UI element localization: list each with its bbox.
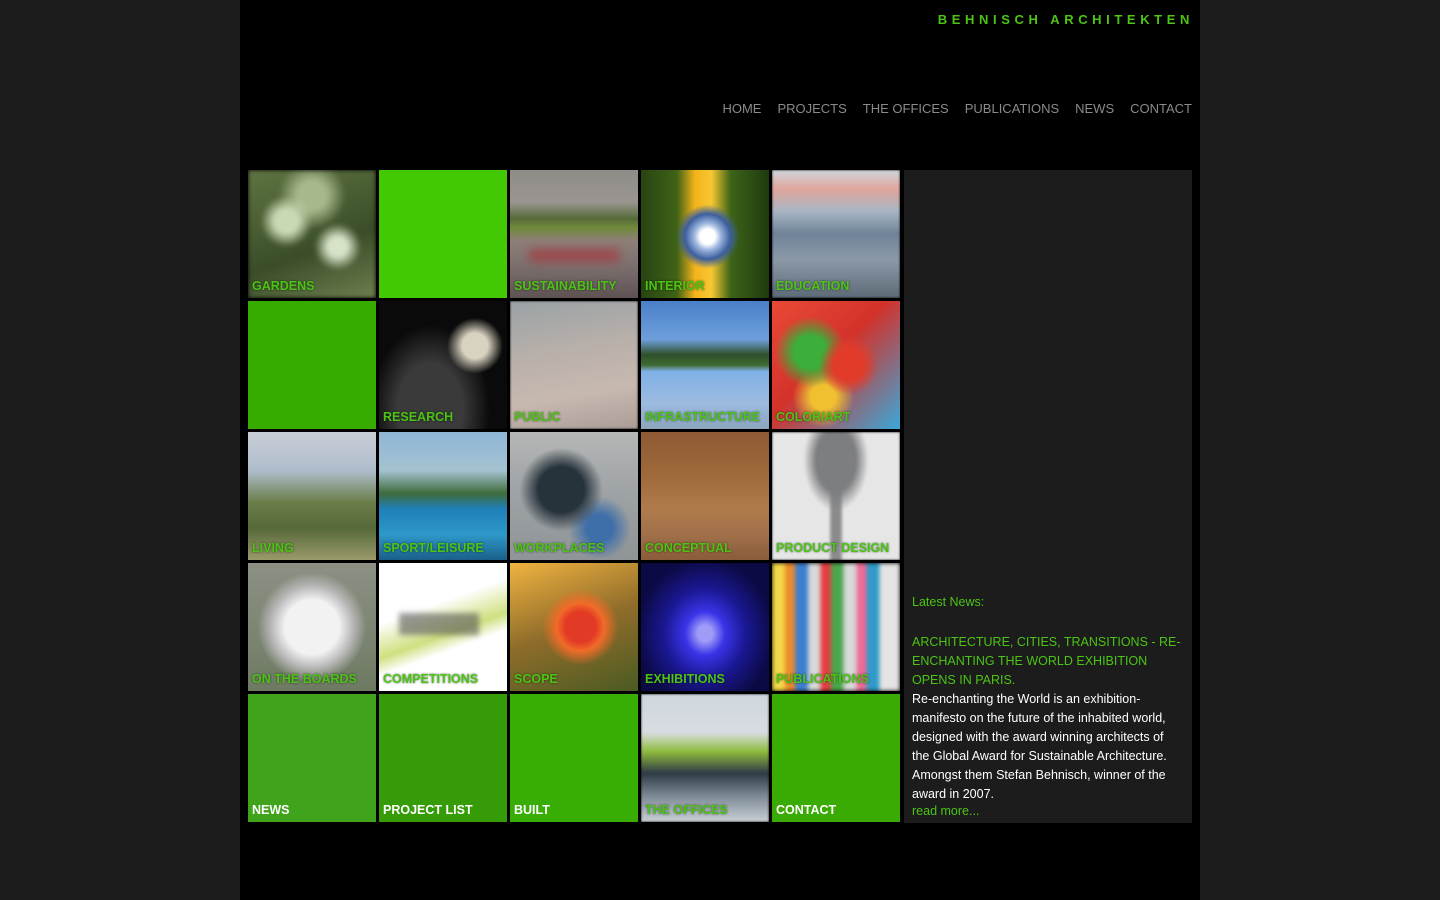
brand-logo[interactable]: BEHNISCH ARCHITEKTEN	[938, 12, 1194, 27]
tile-color-art[interactable]: COLOR/ART	[772, 301, 900, 429]
tile-workplaces[interactable]: WORKPLACES	[510, 432, 638, 560]
tile-public[interactable]: PUBLIC	[510, 301, 638, 429]
tile-label: CONCEPTUAL	[645, 541, 732, 555]
tile-label: SPORT/LEISURE	[383, 541, 484, 555]
tile-label: SUSTAINABILITY	[514, 279, 617, 293]
tile-label: PUBLICATIONS	[776, 672, 869, 686]
tile-living[interactable]: LIVING	[248, 432, 376, 560]
news-title[interactable]: ARCHITECTURE, CITIES, TRANSITIONS - RE-E…	[912, 633, 1182, 690]
tile-label: LIVING	[252, 541, 294, 555]
tile-gardens[interactable]: GARDENS	[248, 170, 376, 298]
tile-project-list[interactable]: PROJECT LIST	[379, 694, 507, 822]
nav-the-offices[interactable]: THE OFFICES	[863, 101, 949, 116]
tile-green-block	[379, 170, 507, 298]
tile-label: THE OFFICES	[645, 803, 728, 817]
tile-label: NEWS	[252, 803, 290, 817]
project-category-grid: GARDENS SUSTAINABILITY INTERIOR EDUCATIO…	[248, 170, 900, 822]
tile-label: GARDENS	[252, 279, 315, 293]
tile-label: BUILT	[514, 803, 550, 817]
tile-label: INTERIOR	[645, 279, 705, 293]
tile-on-the-boards[interactable]: ON THE BOARDS	[248, 563, 376, 691]
tile-news[interactable]: NEWS	[248, 694, 376, 822]
tile-contact[interactable]: CONTACT	[772, 694, 900, 822]
tile-label: ON THE BOARDS	[252, 672, 357, 686]
tile-scope[interactable]: SCOPE	[510, 563, 638, 691]
tile-label: RESEARCH	[383, 410, 454, 424]
nav-publications[interactable]: PUBLICATIONS	[965, 101, 1059, 116]
tile-label: EDUCATION	[776, 279, 850, 293]
nav-home[interactable]: HOME	[722, 101, 761, 116]
nav-contact[interactable]: CONTACT	[1130, 101, 1192, 116]
tile-label: WORKPLACES	[514, 541, 605, 555]
tile-sport-leisure[interactable]: SPORT/LEISURE	[379, 432, 507, 560]
nav-news[interactable]: NEWS	[1075, 101, 1114, 116]
main-nav: HOME PROJECTS THE OFFICES PUBLICATIONS N…	[722, 101, 1192, 116]
tile-label: PRODUCT DESIGN	[776, 541, 890, 555]
tile-label: COMPETITIONS	[383, 672, 479, 686]
tile-label: PROJECT LIST	[383, 803, 473, 817]
tile-built[interactable]: BUILT	[510, 694, 638, 822]
tile-the-offices[interactable]: THE OFFICES	[641, 694, 769, 822]
tile-competitions[interactable]: COMPETITIONS	[379, 563, 507, 691]
tile-exhibitions[interactable]: EXHIBITIONS	[641, 563, 769, 691]
tile-education[interactable]: EDUCATION	[772, 170, 900, 298]
tile-green-block	[248, 301, 376, 429]
tile-label: SCOPE	[514, 672, 558, 686]
tile-product-design[interactable]: PRODUCT DESIGN	[772, 432, 900, 560]
tile-label: PUBLIC	[514, 410, 561, 424]
page: BEHNISCH ARCHITEKTEN HOME PROJECTS THE O…	[240, 0, 1200, 900]
read-more-link[interactable]: read more...	[912, 804, 979, 818]
tile-conceptual[interactable]: CONCEPTUAL	[641, 432, 769, 560]
tile-infrastructure[interactable]: INFRASTRUCTURE	[641, 301, 769, 429]
latest-news-panel: Latest News: ARCHITECTURE, CITIES, TRANS…	[904, 170, 1192, 823]
tile-publications[interactable]: PUBLICATIONS	[772, 563, 900, 691]
tile-label: CONTACT	[776, 803, 837, 817]
news-heading: Latest News:	[912, 595, 985, 609]
nav-projects[interactable]: PROJECTS	[777, 101, 846, 116]
news-body: Re-enchanting the World is an exhibition…	[912, 692, 1167, 801]
tile-sustainability[interactable]: SUSTAINABILITY	[510, 170, 638, 298]
tile-label: EXHIBITIONS	[645, 672, 725, 686]
tile-label: INFRASTRUCTURE	[645, 410, 761, 424]
tile-research[interactable]: RESEARCH	[379, 301, 507, 429]
tile-interior[interactable]: INTERIOR	[641, 170, 769, 298]
tile-label: COLOR/ART	[776, 410, 851, 424]
